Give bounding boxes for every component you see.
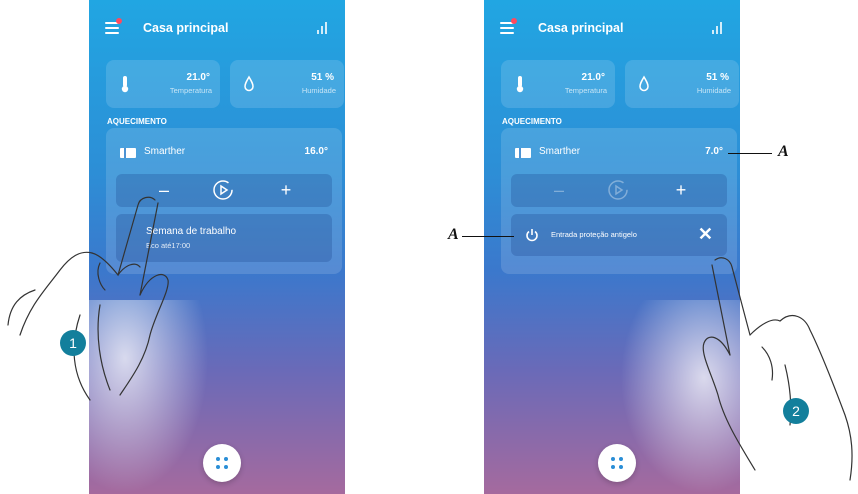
increase-button[interactable]: +: [266, 174, 306, 207]
increase-button[interactable]: +: [661, 174, 701, 207]
device-temperature: 7.0°: [705, 146, 723, 157]
thermometer-icon: [516, 76, 524, 93]
thermostat-device-icon: [120, 148, 136, 158]
temperature-card[interactable]: 21.0° Temperatura: [106, 60, 220, 108]
thermostat-device-icon: [515, 148, 531, 158]
antifreeze-text: Entrada proteção antigelo: [551, 230, 637, 239]
menu-icon[interactable]: [500, 18, 517, 34]
temperature-value: 21.0°: [581, 72, 605, 83]
antifreeze-panel[interactable]: Entrada proteção antigelo ✕: [511, 214, 727, 256]
top-bar: Casa principal: [484, 14, 740, 42]
humidity-card[interactable]: 51 % Humidade: [230, 60, 344, 108]
water-drop-icon: [639, 75, 649, 92]
notification-dot: [116, 18, 122, 24]
play-mode-icon[interactable]: [212, 179, 234, 201]
humidity-label: Humidade: [301, 86, 336, 95]
temperature-label: Temperatura: [564, 86, 607, 95]
temperature-card[interactable]: 21.0° Temperatura: [501, 60, 615, 108]
device-temperature: 16.0°: [304, 146, 328, 157]
thermostat-card: Smarther 7.0° – + Entrada proteção antig…: [501, 128, 737, 274]
section-heading: AQUECIMENTO: [107, 117, 167, 126]
close-icon[interactable]: ✕: [698, 224, 713, 245]
section-heading: AQUECIMENTO: [502, 117, 562, 126]
hand-illustration-2: [702, 257, 853, 481]
temperature-value: 21.0°: [186, 72, 210, 83]
control-bar: – +: [511, 174, 727, 207]
callout-leader-left: [462, 236, 514, 237]
home-title: Casa principal: [538, 21, 624, 35]
temperature-label: Temperatura: [169, 86, 212, 95]
humidity-card[interactable]: 51 % Humidade: [625, 60, 739, 108]
signal-icon[interactable]: [317, 22, 331, 34]
callout-a-left: A: [448, 226, 459, 243]
home-title: Casa principal: [143, 21, 229, 35]
signal-icon[interactable]: [712, 22, 726, 34]
step-badge-2: 2: [783, 398, 809, 424]
device-name[interactable]: Smarther: [144, 146, 185, 157]
humidity-value: 51 %: [311, 72, 334, 83]
callout-a-top: A: [778, 143, 789, 160]
device-name[interactable]: Smarther: [539, 146, 580, 157]
power-icon: [526, 229, 538, 242]
top-bar: Casa principal: [89, 14, 345, 42]
step-badge-1: 1: [60, 330, 86, 356]
menu-icon[interactable]: [105, 18, 122, 34]
water-drop-icon: [244, 75, 254, 92]
callout-leader-top: [728, 153, 772, 154]
humidity-value: 51 %: [706, 72, 729, 83]
thermometer-icon: [121, 76, 129, 93]
humidity-label: Humidade: [696, 86, 731, 95]
notification-dot: [511, 18, 517, 24]
hand-illustration-1: [7, 196, 169, 401]
play-mode-icon[interactable]: [607, 179, 629, 201]
decrease-button[interactable]: –: [539, 174, 579, 207]
